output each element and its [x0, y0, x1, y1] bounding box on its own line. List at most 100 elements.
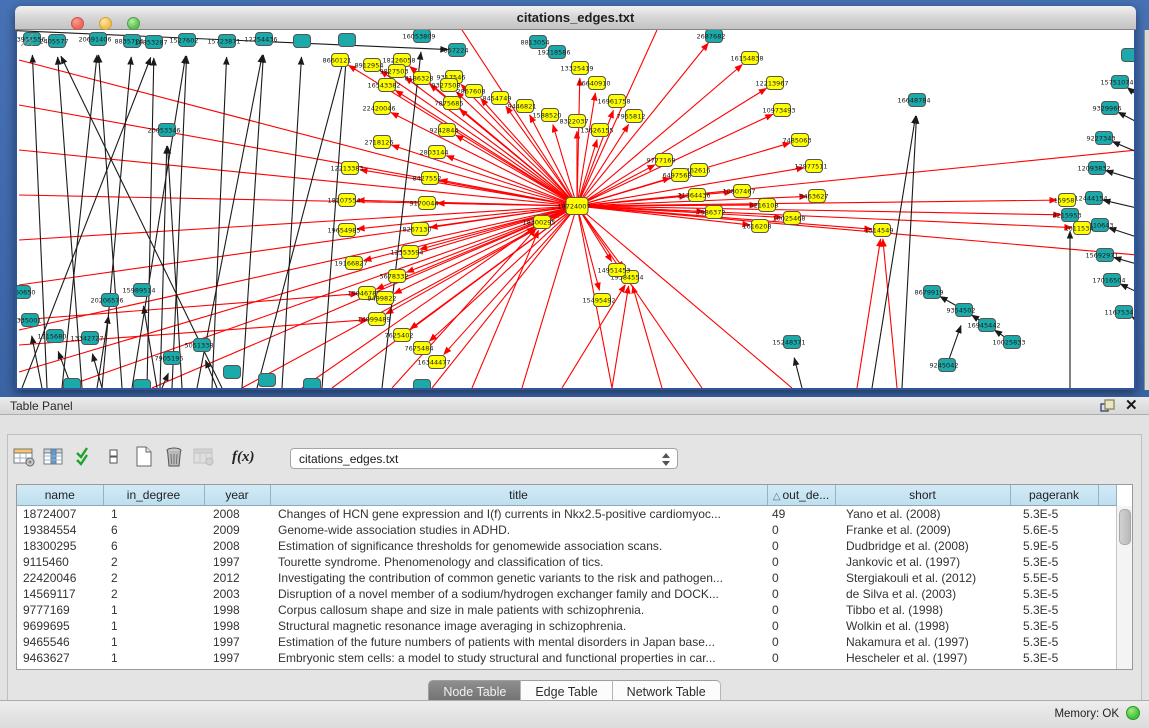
- network-node[interactable]: 5051338: [185, 339, 214, 352]
- table-cell[interactable]: Estimation of significance thresholds fo…: [270, 538, 767, 554]
- table-settings-icon[interactable]: [10, 444, 37, 471]
- table-cell[interactable]: 0: [767, 538, 835, 554]
- network-node[interactable]: 13626155: [580, 124, 613, 137]
- network-node[interactable]: 1514549: [865, 224, 894, 237]
- table-cell[interactable]: Genome-wide association studies in ADHD.: [270, 522, 767, 538]
- network-node[interactable]: 5678332: [380, 270, 409, 283]
- table-cell[interactable]: 22420046: [17, 570, 103, 586]
- float-panel-icon[interactable]: [1100, 399, 1116, 412]
- scrollbar-thumb[interactable]: [1119, 509, 1131, 545]
- network-node[interactable]: 12213967: [755, 77, 788, 90]
- new-table-icon[interactable]: [130, 444, 157, 471]
- table-cell[interactable]: 5.9E-5: [1010, 538, 1098, 554]
- network-node[interactable]: 1616208: [743, 220, 772, 233]
- network-node[interactable]: 1588520: [533, 109, 562, 122]
- table-cell[interactable]: 1997: [204, 650, 270, 666]
- network-node[interactable]: 9329966: [1093, 102, 1122, 115]
- network-node[interactable]: 1527602: [170, 34, 199, 47]
- table-cell[interactable]: 1: [103, 506, 204, 523]
- table-cell[interactable]: 1: [103, 650, 204, 666]
- network-node[interactable]: 15495492: [582, 294, 615, 307]
- table-cell[interactable]: 2: [103, 570, 204, 586]
- network-node[interactable]: 20206576: [90, 294, 123, 307]
- network-node[interactable]: 8186328: [405, 72, 434, 85]
- network-node[interactable]: 21364436: [677, 189, 710, 202]
- table-cell[interactable]: 1997: [204, 554, 270, 570]
- network-node[interactable]: [259, 374, 276, 387]
- table-cell[interactable]: 5.3E-5: [1010, 634, 1098, 650]
- table-row[interactable]: 946362711997Embryonic stem cells: a mode…: [17, 650, 1116, 666]
- delete-icon[interactable]: [160, 444, 187, 471]
- table-cell[interactable]: Structural magnetic resonance image aver…: [270, 618, 767, 634]
- network-node[interactable]: 8660121: [323, 54, 352, 67]
- network-node[interactable]: 10025833: [992, 336, 1025, 349]
- network-node[interactable]: 8267130: [403, 223, 432, 236]
- table-cell[interactable]: Estimation of the future numbers of pati…: [270, 634, 767, 650]
- network-node[interactable]: 1115680: [38, 330, 67, 343]
- table-cell[interactable]: 0: [767, 650, 835, 666]
- table-cell[interactable]: 2012: [204, 570, 270, 586]
- network-node[interactable]: 12213383: [330, 162, 363, 175]
- network-node[interactable]: 16640910: [577, 77, 610, 90]
- table-cell[interactable]: Tourette syndrome. Phenomenology and cla…: [270, 554, 767, 570]
- network-node[interactable]: [294, 35, 311, 48]
- table-cell[interactable]: 0: [767, 634, 835, 650]
- network-node[interactable]: 10025468: [772, 212, 805, 225]
- table-cell[interactable]: 5.3E-5: [1010, 650, 1098, 666]
- network-node[interactable]: 19218586: [537, 46, 570, 59]
- network-node[interactable]: 16154838: [730, 52, 763, 65]
- network-node[interactable]: 8427552: [413, 172, 442, 185]
- table-cell[interactable]: 5.3E-5: [1010, 554, 1098, 570]
- network-node[interactable]: 7905195: [155, 352, 184, 365]
- table-cell[interactable]: Corpus callosum shape and size in male p…: [270, 602, 767, 618]
- network-node[interactable]: 16543382: [367, 79, 400, 92]
- table-scrollbar[interactable]: [1116, 506, 1132, 669]
- network-node[interactable]: 16344477: [417, 356, 450, 369]
- table-cell[interactable]: 5.3E-5: [1010, 618, 1098, 634]
- network-node[interactable]: 8813054: [521, 36, 550, 49]
- network-node[interactable]: 9463627: [800, 190, 829, 203]
- column-header-name[interactable]: name: [17, 485, 103, 506]
- network-node[interactable]: 15958: [1054, 194, 1076, 207]
- table-cell[interactable]: 1998: [204, 602, 270, 618]
- table-cell[interactable]: 2003: [204, 586, 270, 602]
- network-node[interactable]: 15248371: [772, 336, 805, 349]
- network-node[interactable]: 15723871: [207, 35, 240, 48]
- table-cell[interactable]: Yano et al. (2008): [835, 506, 1010, 523]
- table-row[interactable]: 946554611997Estimation of the future num…: [17, 634, 1116, 650]
- table-row[interactable]: 1938455462009Genome-wide association stu…: [17, 522, 1116, 538]
- table-cell[interactable]: 14569117: [17, 586, 103, 602]
- table-cell[interactable]: 9463627: [17, 650, 103, 666]
- network-node[interactable]: [414, 380, 431, 391]
- network-node[interactable]: 15989514: [122, 284, 155, 297]
- network-node[interactable]: 10807467: [722, 185, 755, 198]
- network-node[interactable]: 13325419: [560, 62, 593, 75]
- table-cell[interactable]: Wolkin et al. (1998): [835, 618, 1010, 634]
- rows-icon[interactable]: [100, 444, 127, 471]
- table-cell[interactable]: 5.5E-5: [1010, 570, 1098, 586]
- network-node[interactable]: 16961758: [597, 95, 630, 108]
- table-cell[interactable]: 18724007: [17, 506, 103, 523]
- network-node[interactable]: 12093832: [1077, 162, 1110, 175]
- network-node[interactable]: [1122, 49, 1135, 62]
- table-cell[interactable]: 1: [103, 634, 204, 650]
- network-node[interactable]: 9227343: [1087, 132, 1116, 145]
- table-cell[interactable]: 9699695: [17, 618, 103, 634]
- table-cell[interactable]: 5.6E-5: [1010, 522, 1098, 538]
- table-cell[interactable]: 5.3E-5: [1010, 586, 1098, 602]
- select-all-icon[interactable]: [70, 444, 97, 471]
- table-cell[interactable]: 1997: [204, 634, 270, 650]
- table-row[interactable]: 1456911722003Disruption of a novel membe…: [17, 586, 1116, 602]
- table-cell[interactable]: Stergiakouli et al. (2012): [835, 570, 1010, 586]
- table-cell[interactable]: 9777169: [17, 602, 103, 618]
- network-node[interactable]: 12444154: [1074, 192, 1107, 205]
- table-cell[interactable]: Tibbo et al. (1998): [835, 602, 1010, 618]
- network-node[interactable]: 12977511: [794, 160, 827, 173]
- table-cell[interactable]: 0: [767, 570, 835, 586]
- network-node[interactable]: 19166827: [334, 257, 367, 270]
- network-node[interactable]: 7857224: [440, 44, 469, 57]
- table-cell[interactable]: Changes of HCN gene expression and I(f) …: [270, 506, 767, 523]
- network-node[interactable]: 2803144: [420, 146, 449, 159]
- table-cell[interactable]: 9115460: [17, 554, 103, 570]
- column-header-pagerank[interactable]: pagerank: [1010, 485, 1098, 506]
